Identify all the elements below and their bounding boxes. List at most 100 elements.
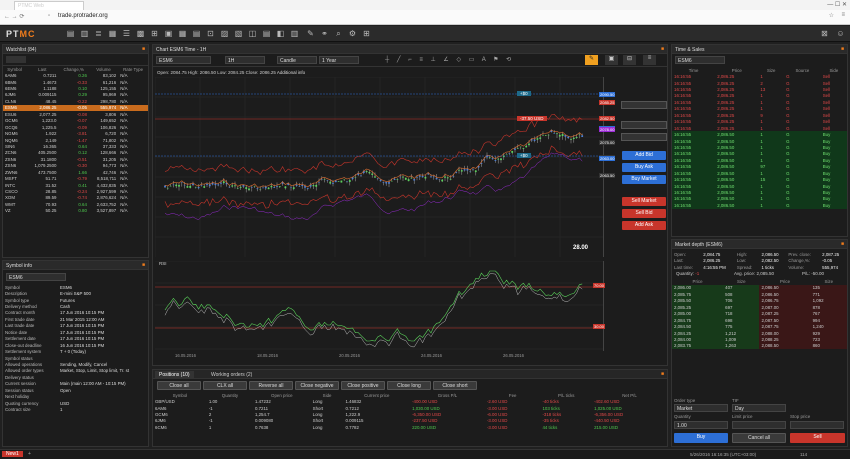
table-cell: 0.7782 xyxy=(345,424,359,430)
close-icon[interactable]: ■ xyxy=(661,46,664,52)
address-bar[interactable]: ← → ⟳ ▫ trade.protrader.org ☆ ≡ xyxy=(0,10,850,25)
buy-ask-button[interactable]: Buy Ask xyxy=(622,163,666,172)
position-action-button[interactable]: Close long xyxy=(387,381,431,390)
rsi-chart[interactable] xyxy=(155,261,603,351)
quantity-input[interactable]: 1.00 xyxy=(674,421,728,429)
position-action-button[interactable]: Close all xyxy=(157,381,201,390)
buy-market-button[interactable]: Buy Market xyxy=(622,175,666,184)
fx-icon[interactable]: ▥ xyxy=(290,29,299,38)
price-chart[interactable] xyxy=(155,77,603,257)
back-icon[interactable]: ← → ⟳ xyxy=(4,13,24,20)
close-icon[interactable]: ■ xyxy=(841,46,844,52)
star-icon[interactable]: ☆ xyxy=(829,12,834,19)
positions-table: Symbol Quantity Open price Side Current pric… xyxy=(153,392,667,431)
chart-symbol-select[interactable]: ESM6 xyxy=(156,56,211,64)
report-icon[interactable]: ⊡ xyxy=(206,29,215,38)
cancel-all-button[interactable]: Cancel all xyxy=(732,433,786,443)
candle-body xyxy=(561,134,564,137)
more-icon[interactable]: ≡ xyxy=(643,55,656,65)
search-icon[interactable]: ⌕ xyxy=(334,29,343,38)
position-action-button[interactable]: Close positive xyxy=(341,381,385,390)
sell-market-button[interactable]: Sell Market xyxy=(622,197,666,206)
candle-body xyxy=(474,170,477,173)
candle-body xyxy=(542,135,544,136)
user-icon[interactable]: ☺ xyxy=(836,29,845,38)
limit-price-input[interactable] xyxy=(732,421,786,429)
tp-input[interactable] xyxy=(621,133,667,141)
position-action-button[interactable]: CLX all xyxy=(203,381,247,390)
sl-input[interactable] xyxy=(621,121,667,129)
candle-body xyxy=(183,184,186,186)
additional-info[interactable]: Additional info xyxy=(277,70,305,75)
close-icon[interactable]: ■ xyxy=(142,46,145,52)
calculator-icon[interactable]: ▨ xyxy=(220,29,229,38)
dom-icon[interactable]: ☰ xyxy=(122,29,131,38)
scanner-icon[interactable]: ▧ xyxy=(234,29,243,38)
grid-icon[interactable]: ⊞ xyxy=(362,29,371,38)
position-action-button[interactable]: Reverse all xyxy=(249,381,293,390)
candle-body xyxy=(533,139,536,141)
pencil-icon[interactable]: ✎ xyxy=(585,55,598,65)
camera-icon[interactable]: ▣ xyxy=(605,55,618,65)
news-icon[interactable]: ▣ xyxy=(164,29,173,38)
buy-button[interactable]: Buy xyxy=(674,433,728,443)
add-workspace-icon[interactable]: + xyxy=(28,451,31,457)
table-row[interactable]: 16:16:55 2,086.50 1 G Buy xyxy=(672,202,847,209)
symbol-select[interactable]: ESM6 xyxy=(6,273,66,281)
tab-working-orders[interactable]: Working orders (2) xyxy=(207,371,256,379)
workspace-tab[interactable]: New1 xyxy=(2,451,23,457)
rsi-signal-line xyxy=(164,273,583,348)
close-icon[interactable]: ■ xyxy=(142,262,145,268)
chart-icon[interactable]: ▥ xyxy=(80,29,89,38)
add-ask-button[interactable]: Add Ask xyxy=(622,221,666,230)
add-bid-button[interactable]: Add Bid xyxy=(622,151,666,160)
tab-positions[interactable]: Positions (10) xyxy=(155,371,194,379)
browser-tab[interactable]: PTMC Web xyxy=(14,1,84,10)
add-symbol-input[interactable] xyxy=(6,56,26,63)
ts-symbol-select[interactable]: ESM6 xyxy=(675,56,725,64)
trash-icon[interactable]: ⊟ xyxy=(623,55,636,65)
info-row: Contract size 1 xyxy=(3,406,148,412)
depth-row[interactable]: 2,083.75 1,263 2,088.50 860 xyxy=(672,342,847,350)
drawing-tools[interactable]: ┼ ╱ ⌐ ≡ ⊥ ∠ ◇ ▭ A ⚑ ⟲ xyxy=(385,56,514,63)
quantity-stepper[interactable] xyxy=(621,101,667,109)
watchlist-icon[interactable]: ≣ xyxy=(94,29,103,38)
position-action-button[interactable]: Close negative xyxy=(295,381,339,390)
stop-price-input[interactable] xyxy=(790,421,844,429)
period-select[interactable]: 1H xyxy=(225,56,265,64)
option-icon[interactable]: ⊞ xyxy=(150,29,159,38)
sell-bid-button[interactable]: Sell Bid xyxy=(622,209,666,218)
sell-button[interactable]: Sell xyxy=(790,433,845,443)
table-row[interactable]: VZ 50.25 0.80 3,527,897 N/A xyxy=(3,208,148,214)
orders-icon[interactable]: ▤ xyxy=(66,29,75,38)
range-select[interactable]: 1 Year xyxy=(319,56,359,64)
alerts-icon[interactable]: ◫ xyxy=(248,29,257,38)
close-icon[interactable]: ■ xyxy=(841,241,844,247)
candle-body xyxy=(343,179,346,181)
matrix-icon[interactable]: ▦ xyxy=(108,29,117,38)
positions-icon[interactable]: ▤ xyxy=(192,29,201,38)
chart-type-select[interactable]: Candle xyxy=(277,56,317,64)
position-marker-3[interactable]: +$0 xyxy=(517,153,531,158)
order-type-select[interactable]: Market xyxy=(674,404,728,412)
watchlist-panel: Watchlist (84) ■ Symbol Last Change,% Volume… xyxy=(2,44,149,258)
position-action-button[interactable]: Close short xyxy=(433,381,477,390)
history-icon[interactable]: ▤ xyxy=(262,29,271,38)
settings-icon[interactable]: ⚙ xyxy=(348,29,357,38)
menu-icon[interactable]: ≡ xyxy=(841,12,845,18)
watchlist-header: Watchlist (84) ■ xyxy=(3,45,148,54)
link-icon[interactable]: ⚭ xyxy=(320,29,329,38)
position-marker-1[interactable]: +$0 xyxy=(517,91,531,96)
window-controls[interactable]: — ☐ ✕ xyxy=(827,1,847,8)
close-icon[interactable]: ■ xyxy=(661,371,664,377)
position-row[interactable]: 6CM6 1 0.7638 Long 0.7782 220.00 USD -3.00 USD… xyxy=(153,424,667,430)
table-icon[interactable]: ▦ xyxy=(178,29,187,38)
position-marker-2[interactable]: -37.50 USD xyxy=(517,116,547,121)
url-text[interactable]: trade.protrader.org xyxy=(58,13,108,19)
ladder-icon[interactable]: ▩ xyxy=(136,29,145,38)
tif-select[interactable]: Day xyxy=(732,404,786,412)
candle-body xyxy=(421,176,424,178)
tools-icon[interactable]: ✎ xyxy=(306,29,315,38)
lock-icon[interactable]: ⊠ xyxy=(820,29,829,38)
accounts-icon[interactable]: ◧ xyxy=(276,29,285,38)
